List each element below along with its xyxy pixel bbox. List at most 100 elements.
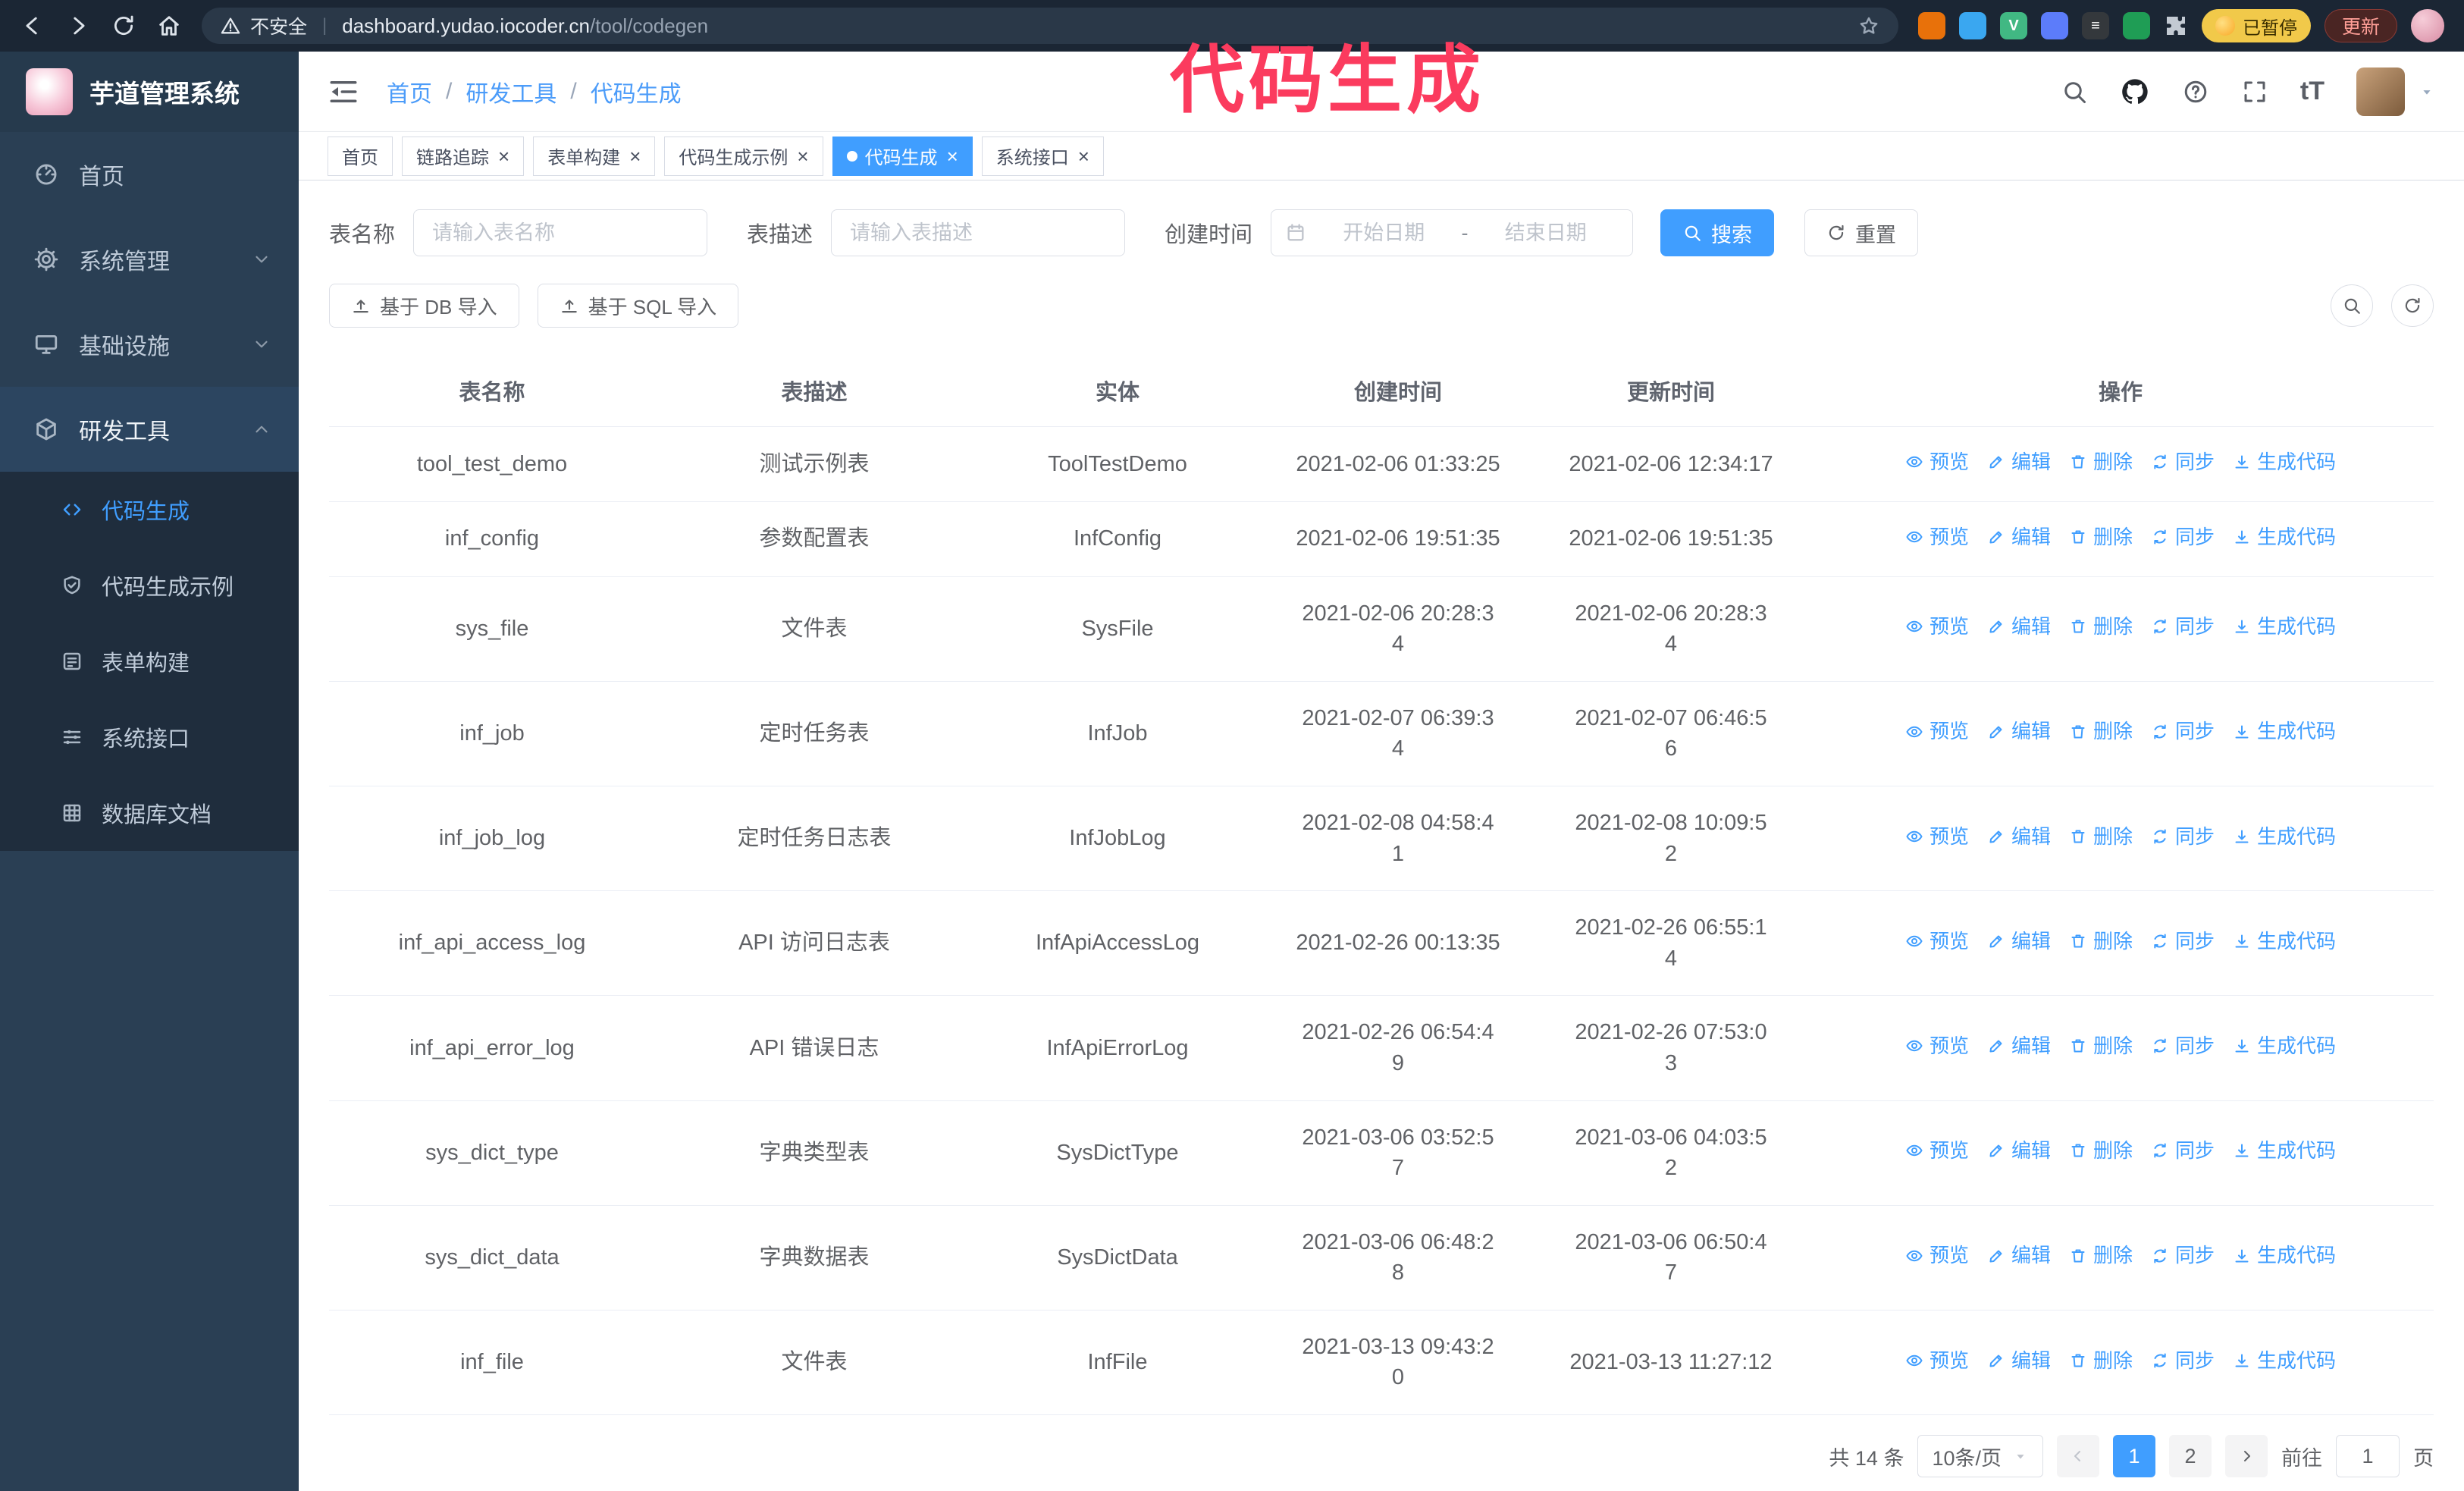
extension-icon-1[interactable]	[1917, 12, 1945, 39]
action-preview[interactable]: 预览	[1905, 448, 1969, 476]
action-sync[interactable]: 同步	[2151, 823, 2215, 850]
address-bar[interactable]: 不安全 | dashboard.yudao.iocoder.cn/tool/co…	[202, 8, 1898, 44]
action-edit[interactable]: 编辑	[1987, 1241, 2051, 1269]
import-sql-button[interactable]: 基于 SQL 导入	[537, 284, 739, 328]
action-delete[interactable]: 删除	[2069, 448, 2133, 476]
action-edit[interactable]: 编辑	[1987, 717, 2051, 745]
tab-代码生成[interactable]: 代码生成 ×	[832, 136, 973, 176]
tab-close-icon[interactable]: ×	[797, 146, 808, 166]
action-preview[interactable]: 预览	[1905, 1137, 1969, 1164]
action-delete[interactable]: 删除	[2069, 928, 2133, 955]
reload-icon[interactable]	[111, 13, 136, 39]
sidebar-item-system[interactable]: 系统管理	[0, 217, 299, 302]
action-preview[interactable]: 预览	[1905, 1241, 1969, 1269]
action-delete[interactable]: 删除	[2069, 1032, 2133, 1059]
action-edit[interactable]: 编辑	[1987, 928, 2051, 955]
extension-icon-6[interactable]	[2122, 12, 2150, 39]
next-page-button[interactable]	[2225, 1435, 2268, 1477]
action-generate-code[interactable]: 生成代码	[2233, 928, 2336, 955]
breadcrumb-item[interactable]: 研发工具	[466, 75, 556, 108]
start-date-input[interactable]	[1311, 221, 1457, 245]
action-generate-code[interactable]: 生成代码	[2233, 1032, 2336, 1059]
tab-表单构建[interactable]: 表单构建 ×	[533, 136, 656, 176]
goto-page-input[interactable]	[2336, 1435, 2400, 1477]
action-edit[interactable]: 编辑	[1987, 823, 2051, 850]
table-desc-input[interactable]	[831, 209, 1126, 256]
paused-badge[interactable]: 已暂停	[2201, 9, 2311, 42]
font-size-icon[interactable]: tT	[2300, 77, 2324, 106]
sidebar-subitem-form-builder[interactable]: 表单构建	[0, 623, 299, 699]
sidebar-item-devtools[interactable]: 研发工具	[0, 387, 299, 472]
action-edit[interactable]: 编辑	[1987, 523, 2051, 551]
tab-close-icon[interactable]: ×	[629, 146, 641, 166]
action-edit[interactable]: 编辑	[1987, 613, 2051, 640]
tab-代码生成示例[interactable]: 代码生成示例 ×	[664, 136, 823, 176]
extension-icon-2[interactable]	[1958, 12, 1986, 39]
import-db-button[interactable]: 基于 DB 导入	[329, 284, 519, 328]
refresh-table-button[interactable]	[2391, 284, 2434, 327]
date-range-picker[interactable]: -	[1271, 209, 1634, 256]
action-edit[interactable]: 编辑	[1987, 448, 2051, 476]
action-edit[interactable]: 编辑	[1987, 1032, 2051, 1059]
end-date-input[interactable]	[1472, 221, 1619, 245]
sidebar-subitem-codegen[interactable]: 代码生成	[0, 472, 299, 548]
action-generate-code[interactable]: 生成代码	[2233, 823, 2336, 850]
tab-首页[interactable]: 首页	[328, 136, 393, 176]
sidebar-item-home[interactable]: 首页	[0, 132, 299, 217]
sidebar-toggle-icon[interactable]	[328, 76, 359, 108]
tab-close-icon[interactable]: ×	[947, 146, 958, 166]
action-sync[interactable]: 同步	[2151, 613, 2215, 640]
action-delete[interactable]: 删除	[2069, 823, 2133, 850]
fullscreen-icon[interactable]	[2241, 78, 2268, 105]
breadcrumb-item[interactable]: 首页	[387, 75, 432, 108]
tab-链路追踪[interactable]: 链路追踪 ×	[402, 136, 525, 176]
toggle-search-button[interactable]	[2331, 284, 2373, 327]
table-name-input[interactable]	[413, 209, 708, 256]
action-preview[interactable]: 预览	[1905, 717, 1969, 745]
bookmark-star-icon[interactable]	[1857, 14, 1880, 37]
reset-button[interactable]: 重置	[1804, 209, 1919, 256]
forward-icon[interactable]	[65, 13, 91, 39]
action-sync[interactable]: 同步	[2151, 717, 2215, 745]
action-preview[interactable]: 预览	[1905, 523, 1969, 551]
action-preview[interactable]: 预览	[1905, 613, 1969, 640]
extensions-puzzle-icon[interactable]	[2164, 14, 2188, 38]
action-sync[interactable]: 同步	[2151, 928, 2215, 955]
action-preview[interactable]: 预览	[1905, 1032, 1969, 1059]
action-delete[interactable]: 删除	[2069, 1347, 2133, 1374]
action-generate-code[interactable]: 生成代码	[2233, 1241, 2336, 1269]
action-generate-code[interactable]: 生成代码	[2233, 448, 2336, 476]
action-delete[interactable]: 删除	[2069, 523, 2133, 551]
extension-icon-3[interactable]: V	[1999, 12, 2027, 39]
github-icon[interactable]	[2120, 77, 2150, 107]
page-size-select[interactable]: 10条/页	[1917, 1435, 2043, 1477]
action-generate-code[interactable]: 生成代码	[2233, 717, 2336, 745]
action-generate-code[interactable]: 生成代码	[2233, 523, 2336, 551]
action-preview[interactable]: 预览	[1905, 1347, 1969, 1374]
sidebar-subitem-db-doc[interactable]: 数据库文档	[0, 775, 299, 851]
sidebar-item-infra[interactable]: 基础设施	[0, 302, 299, 387]
action-delete[interactable]: 删除	[2069, 1137, 2133, 1164]
action-edit[interactable]: 编辑	[1987, 1137, 2051, 1164]
extension-icon-4[interactable]	[2040, 12, 2068, 39]
action-sync[interactable]: 同步	[2151, 448, 2215, 476]
action-sync[interactable]: 同步	[2151, 523, 2215, 551]
tab-系统接口[interactable]: 系统接口 ×	[981, 136, 1104, 176]
action-preview[interactable]: 预览	[1905, 928, 1969, 955]
action-sync[interactable]: 同步	[2151, 1241, 2215, 1269]
tab-close-icon[interactable]: ×	[498, 146, 509, 166]
action-sync[interactable]: 同步	[2151, 1032, 2215, 1059]
page-2[interactable]: 2	[2169, 1435, 2212, 1477]
action-delete[interactable]: 删除	[2069, 613, 2133, 640]
user-avatar[interactable]	[2356, 67, 2405, 116]
header-search-icon[interactable]	[2061, 78, 2088, 105]
page-1[interactable]: 1	[2113, 1435, 2155, 1477]
action-sync[interactable]: 同步	[2151, 1347, 2215, 1374]
search-button[interactable]: 搜索	[1660, 209, 1775, 256]
breadcrumb-item[interactable]: 代码生成	[591, 75, 682, 108]
extension-icon-5[interactable]: ≡	[2081, 12, 2109, 39]
action-preview[interactable]: 预览	[1905, 823, 1969, 850]
browser-home-icon[interactable]	[156, 13, 182, 39]
action-edit[interactable]: 编辑	[1987, 1347, 2051, 1374]
sidebar-subitem-api[interactable]: 系统接口	[0, 699, 299, 775]
